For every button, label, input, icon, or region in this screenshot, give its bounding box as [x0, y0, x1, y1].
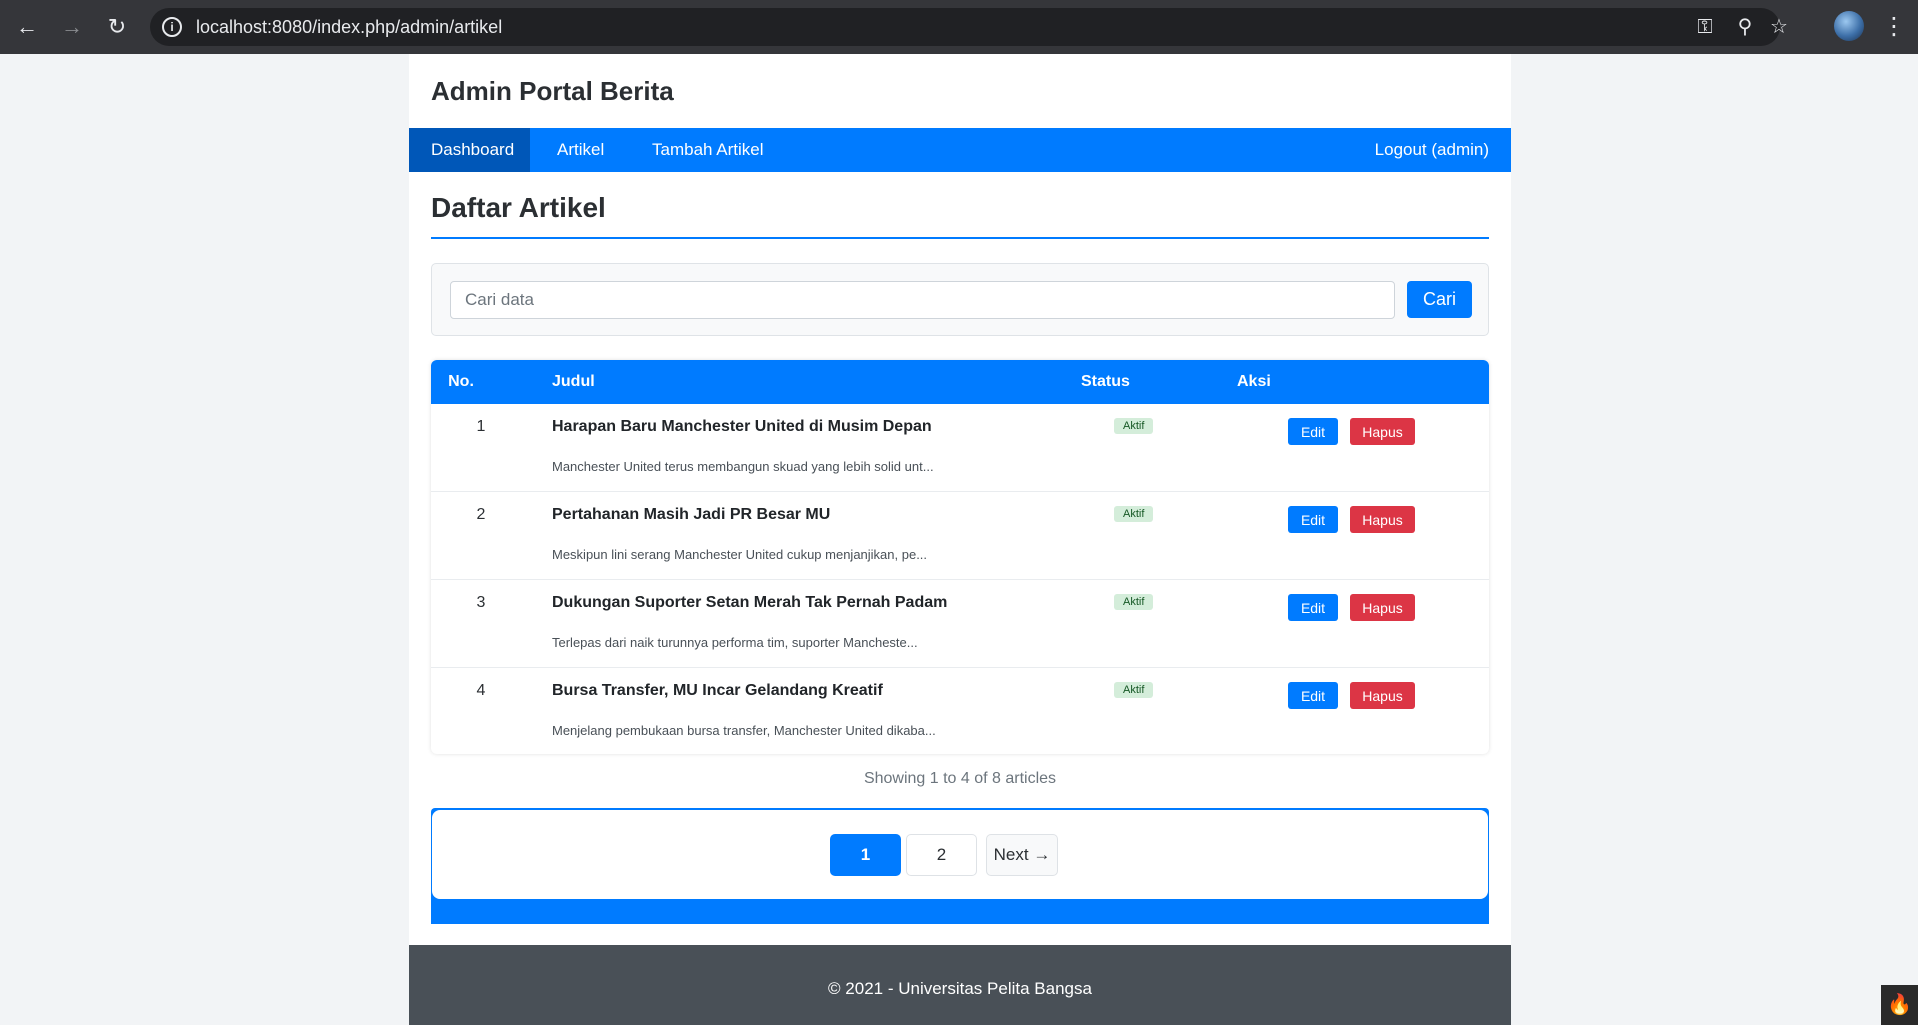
status-badge: Aktif: [1114, 682, 1154, 698]
edit-button[interactable]: Edit: [1288, 418, 1338, 445]
search-panel: Cari: [431, 263, 1489, 336]
row-number: 3: [476, 594, 486, 611]
column-header-no: No.: [448, 373, 474, 390]
article-title: Pertahanan Masih Jadi PR Besar MU: [552, 506, 831, 523]
nav-item-dashboard[interactable]: Dashboard: [409, 128, 530, 172]
next-page-button[interactable]: Next →: [986, 834, 1058, 876]
column-header-judul: Judul: [552, 373, 595, 390]
column-header-status: Status: [1081, 373, 1130, 390]
search-input[interactable]: [450, 281, 1395, 319]
password-key-icon[interactable]: ⚿: [1692, 16, 1718, 38]
browser-toolbar: ← → ↻ i localhost:8080/index.php/admin/a…: [0, 0, 1918, 54]
delete-button[interactable]: Hapus: [1350, 594, 1415, 621]
page-title: Daftar Artikel: [431, 192, 606, 223]
delete-button[interactable]: Hapus: [1350, 682, 1415, 709]
address-bar[interactable]: i localhost:8080/index.php/admin/artikel…: [150, 8, 1788, 46]
row-number: 4: [476, 682, 486, 699]
browser-menu-icon[interactable]: ⋮: [1882, 12, 1906, 42]
table-row: 1 Harapan Baru Manchester United di Musi…: [431, 404, 1489, 492]
status-badge: Aktif: [1114, 594, 1154, 610]
article-excerpt: Meskipun lini serang Manchester United c…: [552, 547, 928, 562]
url-text[interactable]: localhost:8080/index.php/admin/artikel: [196, 17, 502, 37]
pagination-panel: 1 2 Next →: [432, 810, 1488, 899]
delete-button[interactable]: Hapus: [1350, 506, 1415, 533]
table-row: 3 Dukungan Suporter Setan Merah Tak Pern…: [431, 580, 1489, 668]
edit-button[interactable]: Edit: [1288, 594, 1338, 621]
table-row: 2 Pertahanan Masih Jadi PR Besar MU Mesk…: [431, 492, 1489, 580]
footer: © 2021 - Universitas Pelita Bangsa: [409, 945, 1511, 1025]
page-container: Admin Portal Berita Dashboard Artikel Ta…: [409, 54, 1511, 1025]
page-button-2[interactable]: 2: [906, 834, 977, 876]
status-badge: Aktif: [1114, 506, 1154, 522]
footer-copyright: © 2021 - Universitas Pelita Bangsa: [828, 979, 1092, 998]
bookmark-star-icon[interactable]: ☆: [1766, 16, 1792, 38]
page-button-1[interactable]: 1: [830, 834, 901, 876]
search-button[interactable]: Cari: [1407, 281, 1472, 318]
nav-item-artikel[interactable]: Artikel: [557, 128, 604, 172]
articles-table: No. Judul Status Aksi 1 Harapan Baru Man…: [431, 360, 1489, 754]
heading-divider: [431, 237, 1489, 239]
table-header: No. Judul Status Aksi: [431, 360, 1489, 404]
status-badge: Aktif: [1114, 418, 1154, 434]
flame-icon[interactable]: 🔥: [1881, 985, 1918, 1025]
article-title: Dukungan Suporter Setan Merah Tak Pernah…: [552, 594, 948, 611]
row-number: 2: [476, 506, 486, 523]
article-excerpt: Menjelang pembukaan bursa transfer, Manc…: [552, 723, 936, 738]
delete-button[interactable]: Hapus: [1350, 418, 1415, 445]
pagination-bar: 1 2 Next →: [431, 808, 1489, 924]
main-navbar: Dashboard Artikel Tambah Artikel Logout …: [409, 128, 1511, 172]
article-excerpt: Manchester United terus membangun skuad …: [552, 459, 934, 474]
forward-arrow-icon[interactable]: →: [57, 12, 87, 42]
back-arrow-icon[interactable]: ←: [12, 12, 42, 42]
profile-avatar[interactable]: [1834, 11, 1864, 41]
row-number: 1: [476, 418, 486, 435]
table-row: 4 Bursa Transfer, MU Incar Gelandang Kre…: [431, 668, 1489, 754]
article-title: Bursa Transfer, MU Incar Gelandang Kreat…: [552, 682, 883, 699]
reload-icon[interactable]: ↻: [102, 12, 132, 42]
article-title: Harapan Baru Manchester United di Musim …: [552, 418, 932, 435]
column-header-aksi: Aksi: [1237, 373, 1271, 390]
site-title: Admin Portal Berita: [431, 76, 674, 106]
site-info-icon[interactable]: i: [162, 17, 182, 37]
zoom-icon[interactable]: ⚲: [1732, 16, 1758, 38]
nav-item-tambah-artikel[interactable]: Tambah Artikel: [652, 128, 764, 172]
pagination-summary: Showing 1 to 4 of 8 articles: [863, 770, 1057, 787]
article-excerpt: Terlepas dari naik turunnya performa tim…: [552, 635, 918, 650]
nav-item-logout[interactable]: Logout (admin): [1375, 128, 1489, 172]
edit-button[interactable]: Edit: [1288, 682, 1338, 709]
edit-button[interactable]: Edit: [1288, 506, 1338, 533]
